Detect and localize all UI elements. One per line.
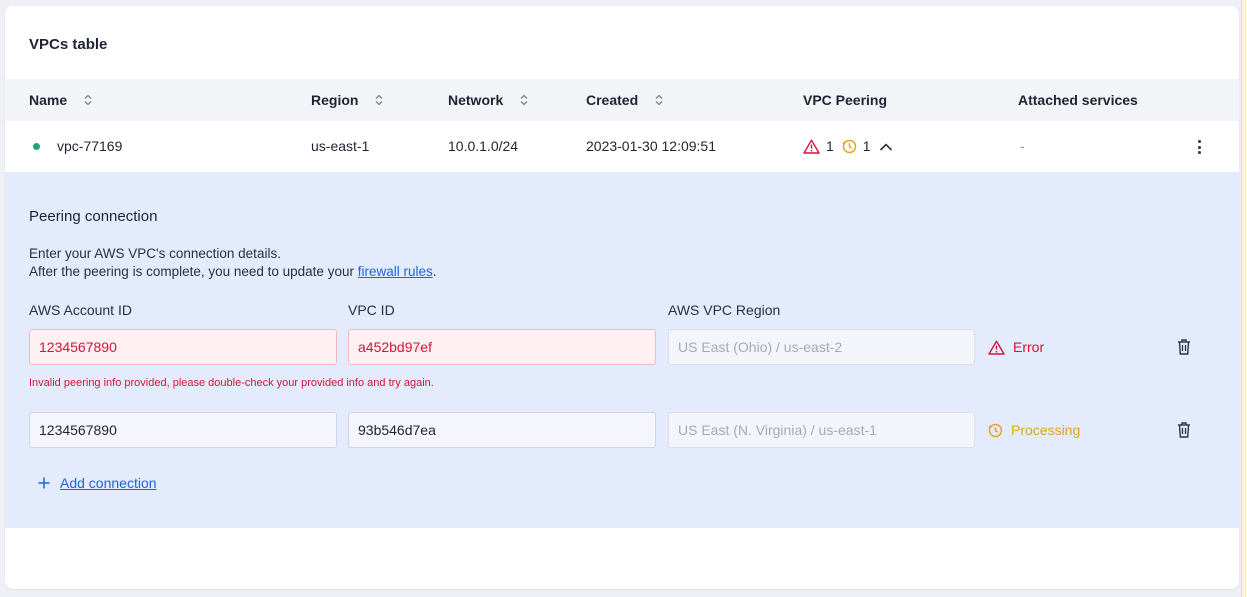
add-connection-label: Add connection bbox=[60, 475, 157, 491]
kebab-menu-icon[interactable] bbox=[1194, 137, 1204, 157]
warning-icon bbox=[988, 340, 1005, 355]
status-label: Processing bbox=[1011, 422, 1081, 438]
sort-icon bbox=[655, 94, 663, 106]
description-text: . bbox=[432, 264, 437, 279]
firewall-rules-link[interactable]: firewall rules bbox=[358, 264, 433, 279]
peering-panel: Peering connection Enter your AWS VPC's … bbox=[5, 172, 1239, 528]
column-header-label: Region bbox=[311, 92, 359, 108]
attached-services: - bbox=[1020, 138, 1025, 154]
column-header-vpc-peering: VPC Peering bbox=[803, 92, 888, 108]
clock-icon bbox=[842, 139, 856, 154]
column-header-created[interactable]: Created bbox=[586, 79, 664, 121]
description-text: After the peering is complete, you need … bbox=[29, 264, 358, 279]
trash-icon[interactable] bbox=[1176, 421, 1192, 439]
add-connection-button[interactable]: Add connection bbox=[38, 475, 157, 491]
table-header: Name Region Network Created VPC Peering … bbox=[5, 79, 1239, 121]
peering-processing-count: 1 bbox=[862, 138, 871, 154]
vpc-name: vpc-77169 bbox=[57, 138, 123, 154]
vpcs-table-card: VPCs table Name Region Network Created V… bbox=[5, 6, 1239, 589]
vpc-id-input[interactable]: a452bd97ef bbox=[348, 329, 656, 365]
vpc-peering-summary: 1 1 bbox=[803, 121, 893, 172]
vpc-region: us-east-1 bbox=[311, 138, 370, 154]
sort-icon bbox=[84, 94, 92, 106]
description-line-2: After the peering is complete, you need … bbox=[29, 263, 437, 281]
warning-icon bbox=[803, 139, 820, 154]
vpc-id-label: VPC ID bbox=[348, 302, 395, 318]
trash-icon[interactable] bbox=[1176, 338, 1192, 356]
region-select[interactable]: US East (Ohio) / us-east-2 bbox=[668, 329, 975, 365]
plus-icon bbox=[38, 477, 50, 489]
column-header-region[interactable]: Region bbox=[311, 79, 384, 121]
vpc-created: 2023-01-30 12:09:51 bbox=[586, 138, 716, 154]
column-header-network[interactable]: Network bbox=[448, 79, 529, 121]
vpc-id-input[interactable]: 93b546d7ea bbox=[348, 412, 656, 448]
description-line-1: Enter your AWS VPC's connection details. bbox=[29, 246, 281, 261]
peering-error-count: 1 bbox=[826, 138, 834, 154]
peering-description: Enter your AWS VPC's connection details.… bbox=[29, 245, 437, 281]
sort-icon bbox=[375, 94, 383, 106]
sort-icon bbox=[520, 94, 528, 106]
column-header-label: Network bbox=[448, 92, 504, 108]
status-indicator bbox=[33, 143, 40, 150]
chevron-up-icon[interactable] bbox=[879, 142, 893, 152]
column-header-name[interactable]: Name bbox=[29, 79, 93, 121]
vpc-network: 10.0.1.0/24 bbox=[448, 138, 519, 154]
status-label: Error bbox=[1013, 339, 1045, 355]
column-header-attached-services: Attached services bbox=[1018, 92, 1138, 108]
account-id-label: AWS Account ID bbox=[29, 302, 132, 318]
error-message: Invalid peering info provided, please do… bbox=[29, 377, 434, 389]
region-select[interactable]: US East (N. Virginia) / us-east-1 bbox=[668, 412, 975, 448]
connection-status-processing: Processing bbox=[988, 412, 1080, 448]
column-header-label: Name bbox=[29, 92, 68, 108]
scrollbar-track bbox=[1241, 0, 1247, 597]
connection-status-error: Error bbox=[988, 329, 1044, 365]
account-id-input[interactable]: 1234567890 bbox=[29, 329, 337, 365]
peering-title: Peering connection bbox=[29, 208, 158, 225]
clock-icon bbox=[988, 423, 1003, 437]
column-header-label: Created bbox=[586, 92, 639, 108]
table-row[interactable]: vpc-77169 us-east-1 10.0.1.0/24 2023-01-… bbox=[5, 121, 1239, 172]
account-id-input[interactable]: 1234567890 bbox=[29, 412, 337, 448]
card-title: VPCs table bbox=[29, 36, 108, 53]
region-label: AWS VPC Region bbox=[668, 302, 781, 318]
